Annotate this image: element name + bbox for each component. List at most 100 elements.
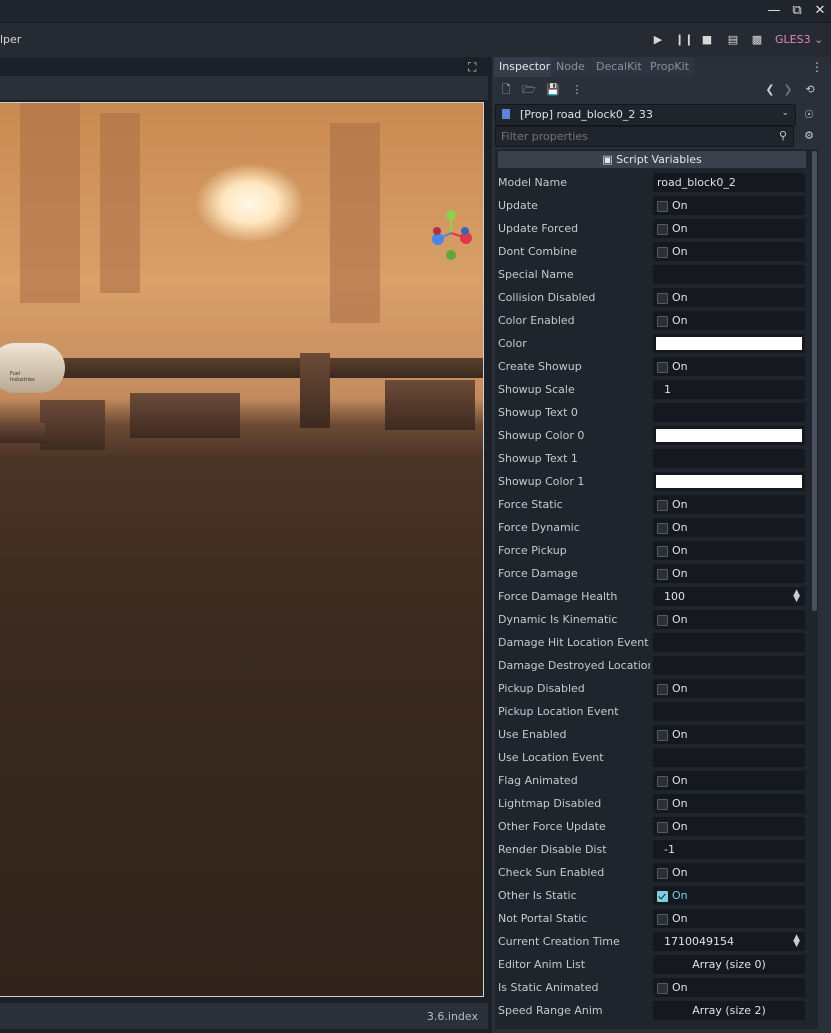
play-custom-scene-icon[interactable]: ▩	[749, 32, 765, 48]
spin-arrows-icon[interactable]: ▲ ▼	[793, 934, 800, 949]
text-field[interactable]	[653, 656, 805, 675]
fullscreen-icon[interactable]: ⛶	[468, 60, 476, 75]
property-label: Current Creation Time	[498, 935, 620, 948]
array-button[interactable]: Array (size 2)	[653, 1001, 805, 1020]
play-icon[interactable]: ▶	[650, 32, 666, 48]
chevron-down-icon: ⌄	[781, 108, 789, 118]
checkbox-label: On	[672, 866, 688, 879]
new-resource-icon[interactable]: 🗋	[498, 82, 514, 98]
property-checkbox[interactable]: On	[653, 679, 805, 698]
color-picker[interactable]	[653, 334, 805, 353]
property-checkbox[interactable]: On	[653, 357, 805, 376]
renderer-select[interactable]: GLES3 ⌄	[775, 33, 823, 46]
checkbox-label: On	[672, 774, 688, 787]
color-picker[interactable]	[653, 472, 805, 491]
text-field[interactable]	[653, 403, 805, 422]
property-label: Lightmap Disabled	[498, 797, 602, 810]
property-checkbox[interactable]: On	[653, 564, 805, 583]
property-checkbox[interactable]: On	[653, 219, 805, 238]
property-row: Flag Animated On	[495, 770, 810, 793]
property-rows: Model Name road_block0_2 Update On Update Fo…	[495, 172, 810, 1023]
play-scene-icon[interactable]: ▤	[725, 32, 741, 48]
text-field[interactable]	[653, 633, 805, 652]
dock-menu-icon[interactable]: ⋮	[811, 60, 823, 74]
text-field[interactable]	[653, 265, 805, 284]
property-checkbox[interactable]: On	[653, 495, 805, 514]
property-checkbox[interactable]: On	[653, 541, 805, 560]
color-swatch	[656, 337, 802, 350]
property-checkbox[interactable]: On	[653, 886, 805, 905]
number-field[interactable]: 1	[653, 380, 805, 399]
filter-properties[interactable]: ⚲	[495, 126, 794, 147]
property-checkbox[interactable]: On	[653, 909, 805, 928]
stop-icon[interactable]: ■	[699, 32, 715, 48]
cube-icon: ▣	[602, 153, 613, 166]
open-folder-icon[interactable]: 🗁	[521, 82, 537, 98]
checkbox-icon	[657, 776, 668, 787]
property-checkbox[interactable]: On	[653, 518, 805, 537]
color-picker[interactable]	[653, 426, 805, 445]
property-checkbox[interactable]: On	[653, 288, 805, 307]
property-checkbox[interactable]: On	[653, 978, 805, 997]
text-field[interactable]	[653, 748, 805, 767]
property-label: Special Name	[498, 268, 574, 281]
dock-tabs: Inspector Node DecalKit PropKit ⋮	[492, 57, 831, 77]
section-script-variables[interactable]: ▣ Script Variables	[498, 151, 806, 168]
property-label: Not Portal Static	[498, 912, 588, 925]
tab-node[interactable]: Node	[551, 57, 590, 77]
tab-inspector[interactable]: Inspector	[494, 57, 556, 77]
property-row: Force Dynamic On	[495, 517, 810, 540]
property-checkbox[interactable]: On	[653, 311, 805, 330]
more-options-icon[interactable]: ⋮	[569, 82, 585, 98]
close-icon[interactable]: ✕	[810, 2, 830, 20]
number-field[interactable]: -1	[653, 840, 805, 859]
property-checkbox[interactable]: On	[653, 242, 805, 261]
axis-gizmo[interactable]	[428, 208, 478, 263]
tab-decalkit[interactable]: DecalKit	[591, 57, 647, 77]
inspector-scrollbar[interactable]	[812, 151, 817, 611]
restore-icon[interactable]: ⧉	[787, 2, 807, 20]
checkbox-icon	[657, 983, 668, 994]
property-checkbox[interactable]: On	[653, 794, 805, 813]
text-field[interactable]: road_block0_2	[653, 173, 805, 192]
spin-arrows-icon[interactable]: ▲ ▼	[793, 589, 800, 604]
property-checkbox[interactable]: On	[653, 817, 805, 836]
filter-input[interactable]	[496, 127, 763, 146]
property-settings-icon[interactable]: ⚙	[801, 128, 817, 144]
number-field[interactable]: 1710049154 ▲ ▼	[653, 932, 805, 951]
property-label: Is Static Animated	[498, 981, 599, 994]
history-back-icon[interactable]: ❮	[762, 82, 778, 98]
property-label: Damage Destroyed Location Ev	[498, 659, 650, 672]
text-field[interactable]	[653, 702, 805, 721]
viewport-header	[0, 57, 488, 75]
array-button[interactable]: Array (size 0)	[653, 955, 805, 974]
property-checkbox[interactable]: On	[653, 196, 805, 215]
checkbox-label: On	[672, 912, 688, 925]
property-label: Use Location Event	[498, 751, 604, 764]
checkbox-icon	[657, 684, 668, 695]
property-row: Damage Hit Location Event	[495, 632, 810, 655]
property-label: Force Damage	[498, 567, 578, 580]
object-tools-icon[interactable]: ☉	[801, 107, 817, 123]
3d-viewport[interactable]: Fuel Industries	[0, 102, 484, 997]
pause-icon[interactable]: ❙❙	[675, 32, 693, 48]
property-checkbox[interactable]: On	[653, 610, 805, 629]
property-label: Check Sun Enabled	[498, 866, 605, 879]
property-checkbox[interactable]: On	[653, 771, 805, 790]
history-icon[interactable]: ⟲	[802, 82, 818, 98]
array-label: Array (size 0)	[692, 958, 766, 971]
text-field[interactable]	[653, 449, 805, 468]
fuel-tank	[0, 343, 65, 393]
object-selector[interactable]: [Prop] road_block0_2 33 ⌄	[495, 104, 796, 126]
version-label: 3.6.index	[426, 1010, 478, 1023]
checkbox-icon	[657, 247, 668, 258]
minimize-icon[interactable]: —	[764, 2, 784, 20]
save-icon[interactable]: 💾	[545, 82, 561, 98]
checkbox-icon	[657, 615, 668, 626]
number-field[interactable]: 100 ▲ ▼	[653, 587, 805, 606]
property-checkbox[interactable]: On	[653, 725, 805, 744]
tab-propkit[interactable]: PropKit	[645, 57, 695, 77]
property-checkbox[interactable]: On	[653, 863, 805, 882]
property-label: Showup Color 1	[498, 475, 585, 488]
history-forward-icon[interactable]: ❯	[780, 82, 796, 98]
